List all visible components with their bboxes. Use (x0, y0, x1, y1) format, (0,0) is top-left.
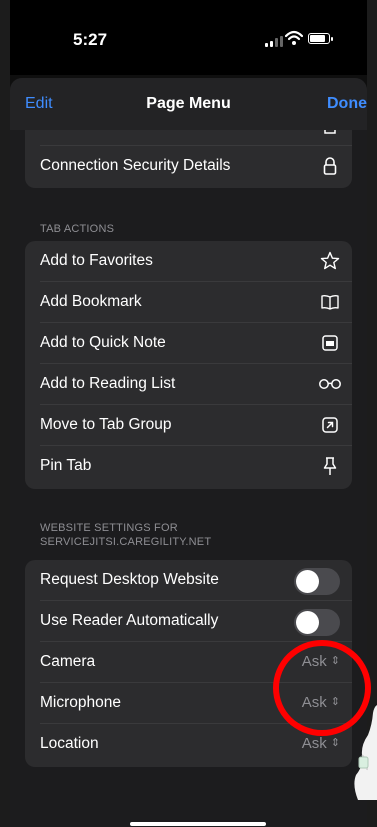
add-to-favorites-label: Add to Favorites (40, 252, 153, 269)
add-bookmark-label: Add Bookmark (40, 293, 142, 310)
location-permission-value: Ask (301, 735, 327, 752)
star-icon (320, 251, 340, 270)
add-bookmark-row[interactable]: Add Bookmark (25, 282, 352, 323)
device-edge-left (0, 0, 10, 827)
request-desktop-website-label: Request Desktop Website (40, 571, 219, 588)
lock-icon (323, 157, 337, 175)
move-to-tab-group-label: Move to Tab Group (40, 416, 172, 433)
connection-security-label: Connection Security Details (40, 157, 231, 174)
website-settings-domain: SERVICEJITSI.CAREGILITY.NET (40, 536, 212, 548)
page-title: Page Menu (146, 95, 231, 112)
pin-tab-label: Pin Tab (40, 457, 92, 474)
use-reader-automatically-toggle[interactable] (294, 609, 340, 636)
connection-security-row[interactable]: Connection Security Details (25, 146, 352, 187)
pin-tab-row[interactable]: Pin Tab (25, 446, 352, 487)
quick-note-icon (322, 335, 338, 351)
location-permission-select[interactable]: Ask ⇕ (302, 735, 340, 752)
signal-icon (265, 36, 283, 47)
pin-icon (323, 457, 337, 475)
request-desktop-website-toggle[interactable] (294, 568, 340, 595)
website-settings-header-line1: WEBSITE SETTINGS FOR (40, 522, 178, 534)
battery-icon (308, 33, 333, 44)
add-to-quick-note-label: Add to Quick Note (40, 334, 166, 351)
add-to-favorites-row[interactable]: Add to Favorites (25, 241, 352, 282)
home-indicator (130, 822, 266, 826)
add-to-reading-list-label: Add to Reading List (40, 375, 176, 392)
status-icons (265, 30, 345, 47)
status-time: 5:27 (73, 30, 108, 49)
tab-actions-header: TAB ACTIONS (40, 223, 115, 235)
book-icon (321, 294, 339, 310)
move-to-tab-group-icon (322, 417, 338, 433)
request-desktop-website-row: Request Desktop Website (25, 560, 352, 601)
status-bar: 5:27 (10, 0, 367, 75)
camera-label: Camera (40, 653, 96, 670)
move-to-tab-group-row[interactable]: Move to Tab Group (25, 405, 352, 446)
use-reader-automatically-row: Use Reader Automatically (25, 601, 352, 642)
done-button[interactable]: Done (327, 95, 367, 113)
add-to-quick-note-row[interactable]: Add to Quick Note (25, 323, 352, 364)
wifi-icon (285, 30, 303, 45)
location-label: Location (40, 735, 99, 752)
tab-actions-group: Add to Favorites Add Bookmark Add to Qui… (25, 241, 352, 489)
pointing-hand-icon (354, 705, 377, 800)
use-reader-automatically-label: Use Reader Automatically (40, 612, 219, 629)
glasses-icon (319, 379, 341, 389)
chevron-up-down-icon: ⇕ (330, 737, 340, 749)
nav-bar: Edit Page Menu Done (10, 78, 367, 130)
add-to-reading-list-row[interactable]: Add to Reading List (25, 364, 352, 405)
microphone-label: Microphone (40, 694, 121, 711)
website-settings-header: WEBSITE SETTINGS FOR SERVICEJITSI.CAREGI… (40, 521, 211, 549)
